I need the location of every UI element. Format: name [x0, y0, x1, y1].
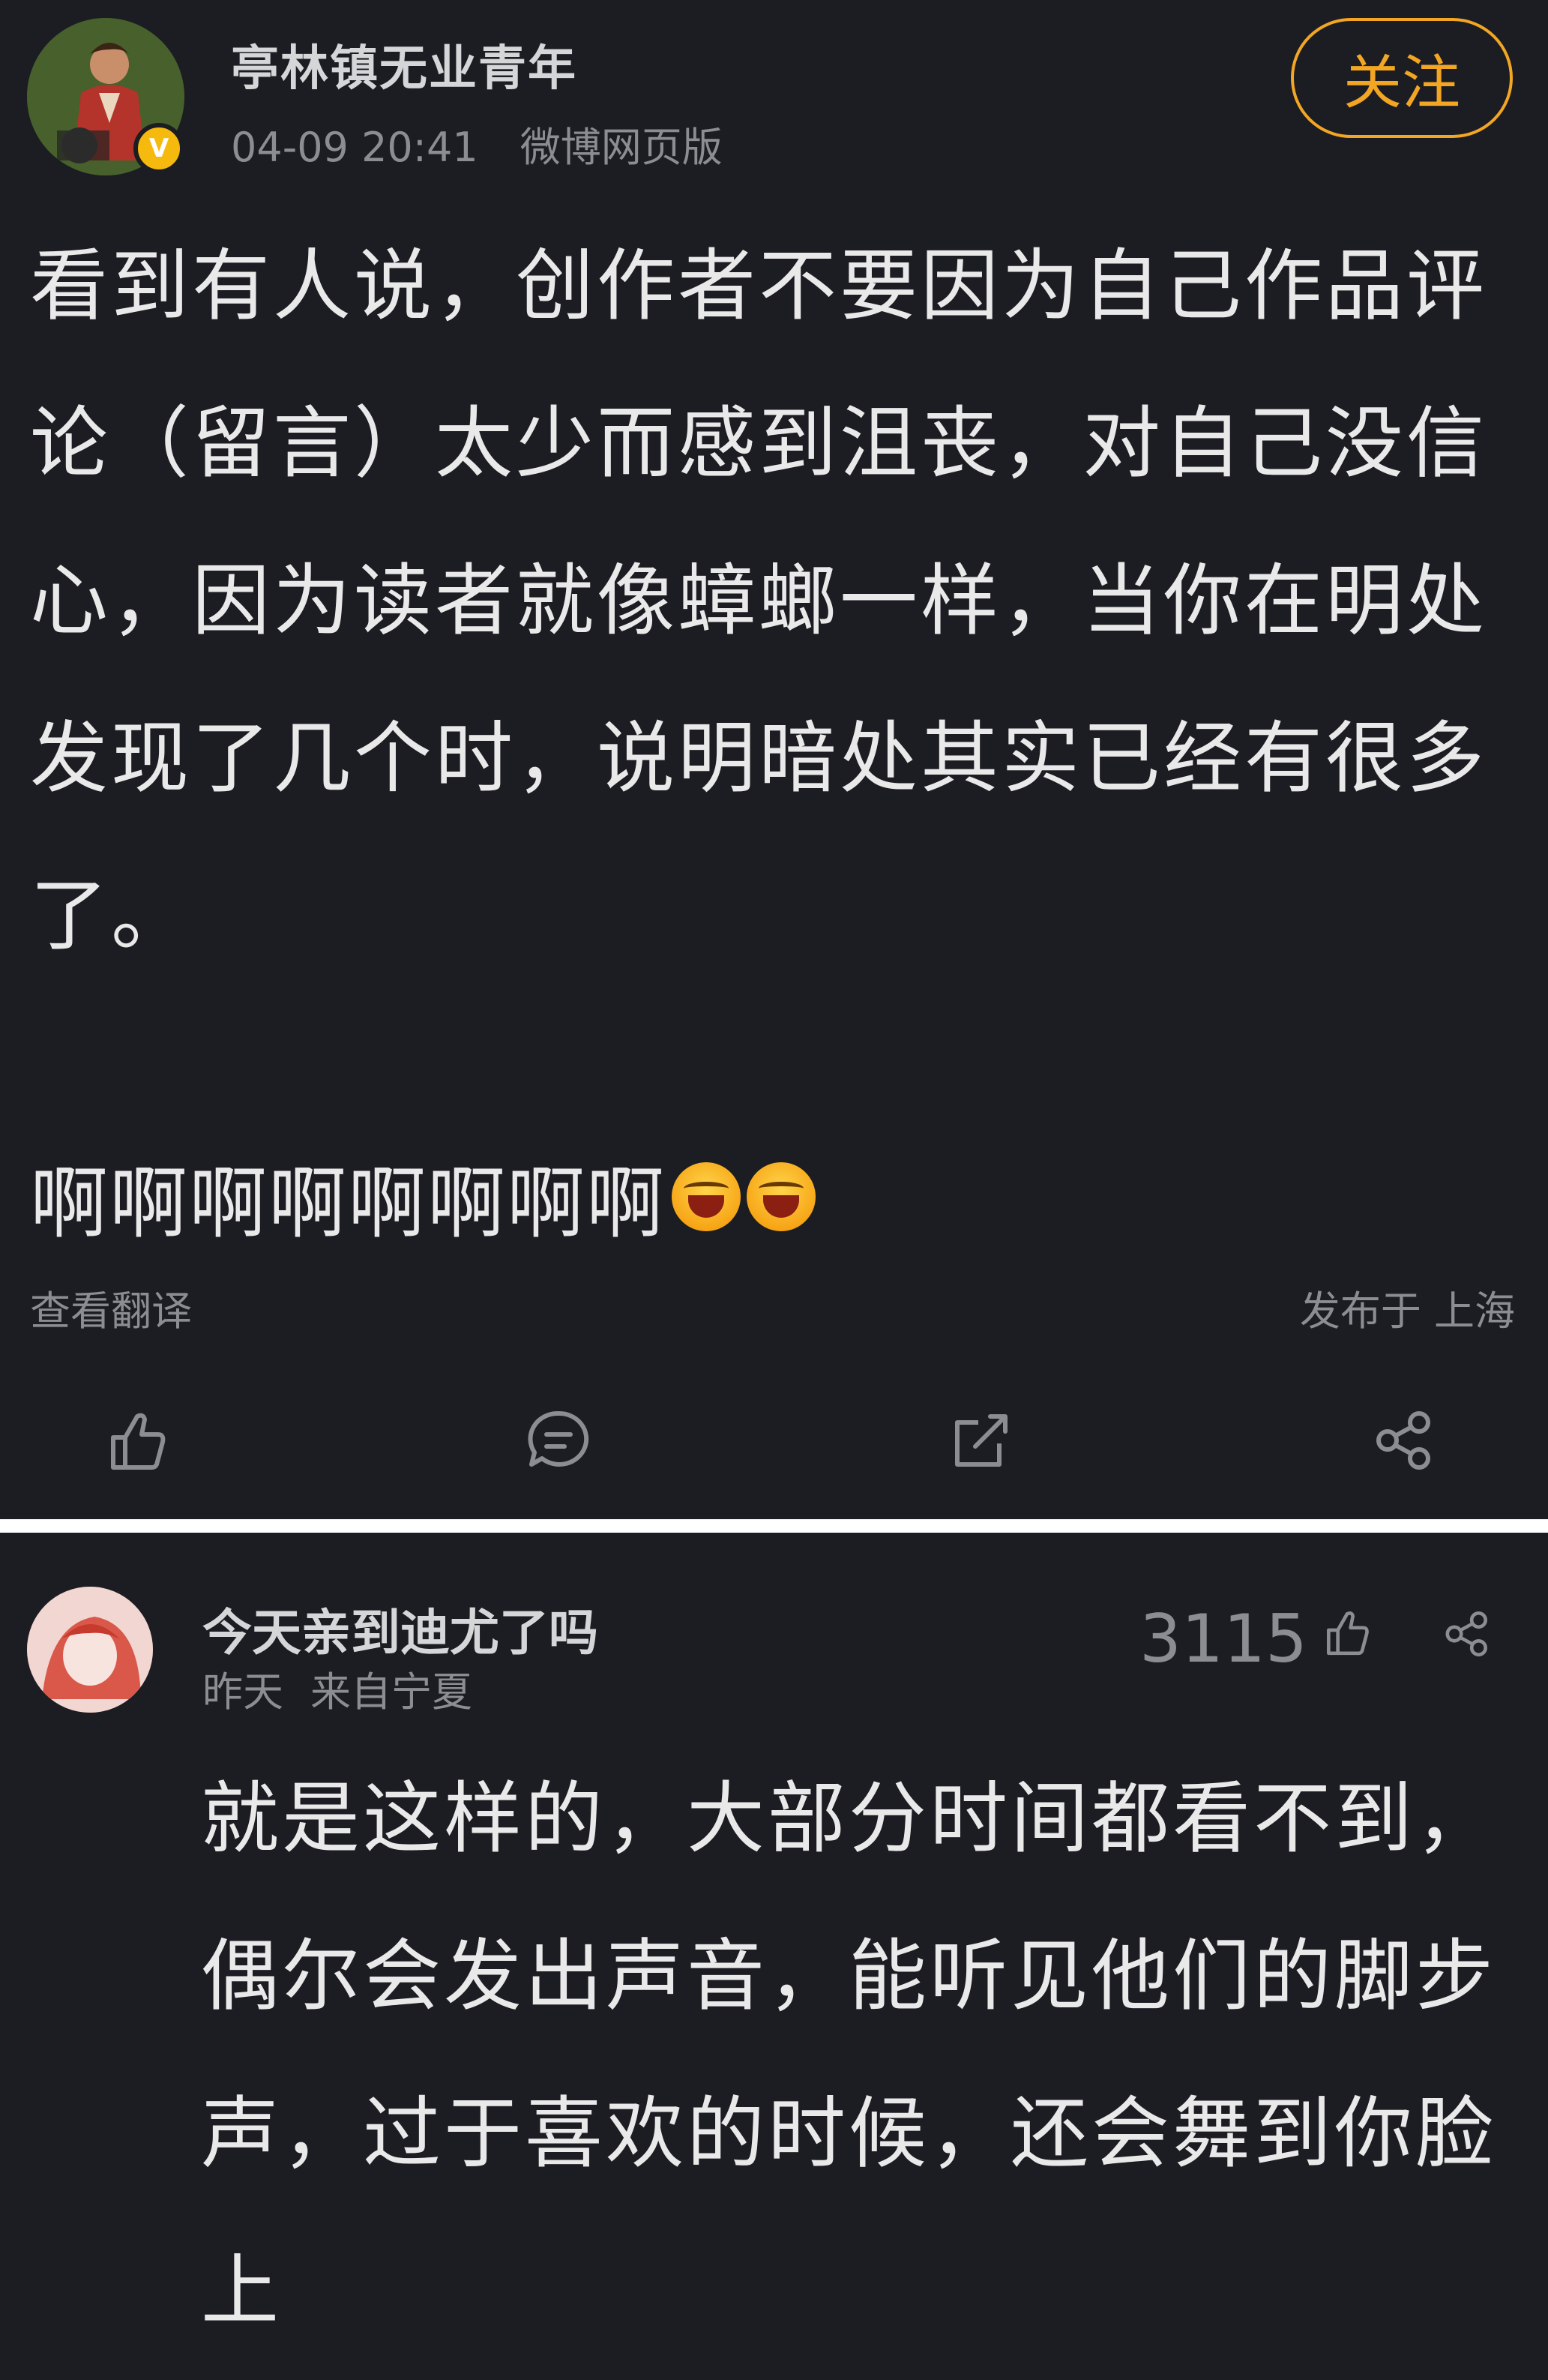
share-button[interactable] — [1363, 1399, 1445, 1482]
replier-name[interactable]: 今天亲到迪尤了吗 — [202, 1593, 598, 1665]
repost-icon — [955, 1414, 1008, 1467]
replier-avatar[interactable] — [27, 1587, 153, 1713]
weibo-post: V 亭林镇无业青年 04-09 20:41 微博网页版 关注 看到有人说，创作者不… — [0, 0, 1548, 1519]
avatar-illustration — [27, 1587, 153, 1713]
post-meta: 04-09 20:41 微博网页版 — [231, 114, 723, 173]
reply-like-count: 3115 — [1139, 1600, 1307, 1677]
follow-button[interactable]: 关注 — [1291, 18, 1513, 138]
like-button[interactable] — [96, 1399, 178, 1482]
section-divider — [0, 1519, 1548, 1533]
comment-button[interactable] — [517, 1399, 600, 1482]
crying-emoji-icon — [672, 1162, 741, 1231]
post-timestamp: 04-09 20:41 — [231, 124, 478, 171]
author-name[interactable]: 亭林镇无业青年 — [231, 30, 577, 99]
reply-share-icon[interactable] — [1439, 1606, 1495, 1662]
repost-button[interactable] — [940, 1399, 1023, 1482]
post-exclaim-line: 啊啊啊啊啊啊啊啊 — [30, 1140, 816, 1253]
post-source: 微博网页版 — [519, 124, 723, 171]
reply-body: 就是这样的，大部分时间都看不到，偶尔会发出声音，能听见他们的脚步声，过于喜欢的时… — [201, 1773, 1497, 2337]
comment-icon — [528, 1410, 589, 1467]
view-translation-link[interactable]: 查看翻译 — [30, 1278, 192, 1337]
post-body: 看到有人说，创作者不要因为自己作品评论（留言）太少而感到沮丧，对自己没信心，因为… — [30, 240, 1488, 961]
like-icon — [111, 1413, 166, 1470]
verified-badge-icon: V — [133, 123, 184, 174]
reply-location: 来自宁夏 — [310, 1668, 472, 1716]
reply-like-icon[interactable] — [1319, 1605, 1375, 1660]
reply-time: 昨天 — [202, 1668, 283, 1716]
post-location: 发布于 上海 — [1299, 1287, 1515, 1335]
crying-emoji-icon — [747, 1162, 816, 1231]
share-icon — [1376, 1411, 1430, 1470]
exclaim-text: 啊啊啊啊啊啊啊啊 — [30, 1158, 666, 1249]
reply-comment: 今天亲到迪尤了吗 昨天 来自宁夏 3115 就是这样的，大部分时间都看不到，偶尔会… — [0, 1533, 1548, 2380]
reply-meta: 昨天 来自宁夏 — [202, 1659, 472, 1718]
